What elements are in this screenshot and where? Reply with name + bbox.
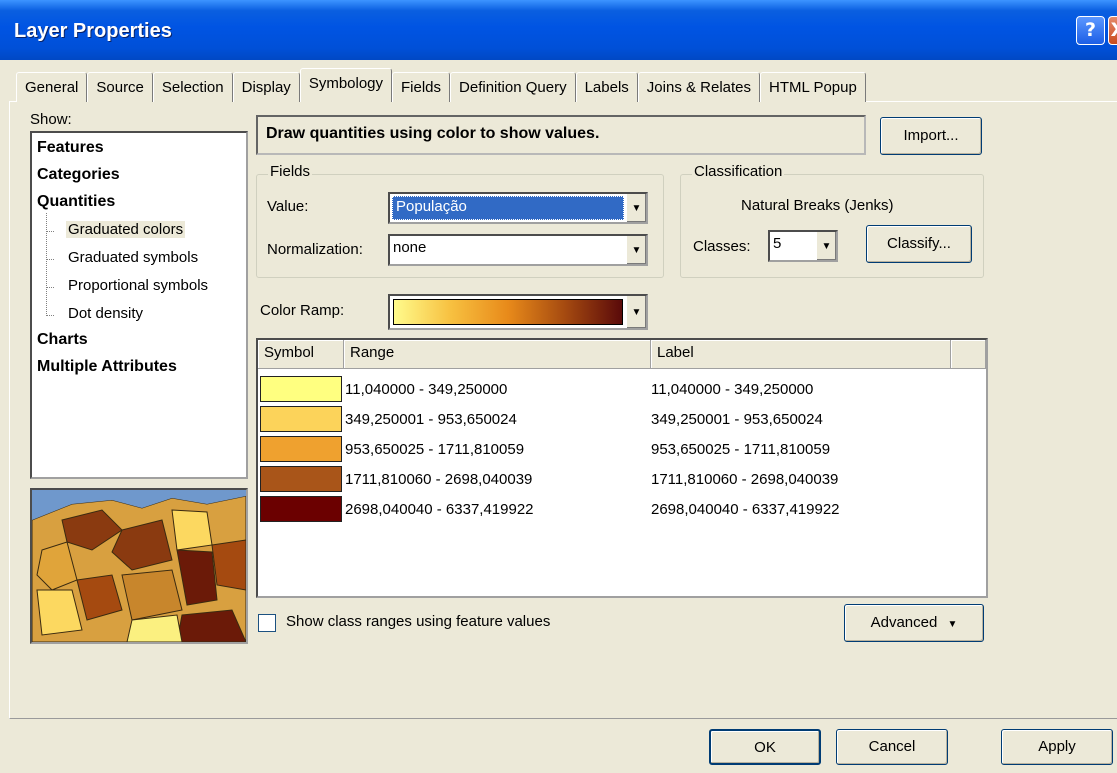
table-header: Symbol Range Label	[258, 340, 986, 369]
class-label[interactable]: 2698,040040 - 6337,419922	[651, 501, 840, 518]
title-bar[interactable]: Layer Properties ? X	[0, 0, 1117, 60]
color-ramp-dropdown[interactable]: ▼	[388, 294, 648, 330]
tab-definition-query[interactable]: Definition Query	[450, 72, 576, 102]
map-preview-image	[30, 488, 248, 644]
tab-joins-relates[interactable]: Joins & Relates	[637, 72, 761, 102]
class-label[interactable]: 11,040000 - 349,250000	[651, 381, 813, 398]
tree-item-charts[interactable]: Charts	[37, 331, 88, 349]
column-header-range[interactable]: Range	[344, 340, 651, 369]
tree-item-features[interactable]: Features	[37, 139, 104, 157]
column-header-blank	[951, 340, 986, 369]
class-range[interactable]: 11,040000 - 349,250000	[345, 381, 651, 398]
tab-source[interactable]: Source	[87, 72, 153, 102]
apply-button[interactable]: Apply	[1001, 729, 1113, 765]
tree-connector	[46, 287, 54, 288]
description-bar: Draw quantities using color to show valu…	[256, 115, 866, 155]
tab-selection[interactable]: Selection	[152, 72, 233, 102]
chevron-down-icon[interactable]: ▼	[626, 236, 646, 264]
classes-dropdown-text: 5	[773, 235, 782, 252]
column-header-symbol[interactable]: Symbol	[258, 340, 344, 369]
symbol-class-table[interactable]: Symbol Range Label 11,040000 - 349,25000…	[256, 338, 988, 598]
class-label[interactable]: 1711,810060 - 2698,040039	[651, 471, 838, 488]
classification-method: Natural Breaks (Jenks)	[741, 197, 894, 214]
class-symbol-swatch[interactable]	[260, 496, 342, 522]
tree-connector	[46, 213, 47, 316]
tab-strip: General Source Selection Display Symbolo…	[16, 68, 866, 102]
tree-item-graduated-colors[interactable]: Graduated colors	[66, 221, 186, 238]
show-class-ranges-checkbox[interactable]	[258, 614, 276, 632]
table-row[interactable]: 2698,040040 - 6337,419922 2698,040040 - …	[260, 494, 840, 524]
normalization-label: Normalization:	[267, 241, 363, 258]
class-range[interactable]: 1711,810060 - 2698,040039	[345, 471, 651, 488]
help-button[interactable]: ?	[1076, 16, 1105, 45]
normalization-dropdown[interactable]: none ▼	[388, 234, 648, 266]
color-ramp-swatch	[393, 299, 623, 325]
tree-item-quantities[interactable]: Quantities	[37, 193, 115, 211]
fields-group-title: Fields	[268, 163, 313, 180]
tree-item-categories[interactable]: Categories	[37, 166, 120, 184]
ok-button[interactable]: OK	[709, 729, 821, 765]
tree-item-dot-density[interactable]: Dot density	[68, 305, 143, 322]
chevron-down-icon[interactable]: ▼	[626, 194, 646, 222]
color-ramp-label: Color Ramp:	[260, 302, 345, 319]
tab-labels[interactable]: Labels	[575, 72, 638, 102]
tree-item-proportional-symbols[interactable]: Proportional symbols	[68, 277, 208, 294]
close-button[interactable]: X	[1108, 16, 1117, 45]
tree-connector	[46, 315, 54, 316]
tab-html-popup[interactable]: HTML Popup	[760, 72, 866, 102]
show-class-ranges-label: Show class ranges using feature values	[286, 613, 551, 630]
class-symbol-swatch[interactable]	[260, 436, 342, 462]
tab-symbology[interactable]: Symbology	[299, 68, 393, 102]
tree-item-graduated-symbols[interactable]: Graduated symbols	[68, 249, 198, 266]
advanced-button[interactable]: Advanced ▼	[844, 604, 984, 642]
show-tree[interactable]: Features Categories Quantities Graduated…	[30, 131, 248, 479]
cancel-button[interactable]: Cancel	[836, 729, 948, 765]
class-symbol-swatch[interactable]	[260, 376, 342, 402]
tab-display[interactable]: Display	[232, 72, 300, 102]
class-range[interactable]: 2698,040040 - 6337,419922	[345, 501, 651, 518]
table-row[interactable]: 11,040000 - 349,250000 11,040000 - 349,2…	[260, 374, 813, 404]
tab-general[interactable]: General	[16, 72, 88, 102]
tree-connector	[46, 259, 54, 260]
value-dropdown-text: População	[392, 196, 624, 220]
classes-label: Classes:	[693, 238, 751, 255]
table-row[interactable]: 1711,810060 - 2698,040039 1711,810060 - …	[260, 464, 838, 494]
class-range[interactable]: 953,650025 - 1711,810059	[345, 441, 651, 458]
tree-item-multiple-attributes[interactable]: Multiple Attributes	[37, 358, 177, 376]
chevron-down-icon[interactable]: ▼	[816, 232, 836, 260]
table-row[interactable]: 953,650025 - 1711,810059 953,650025 - 17…	[260, 434, 830, 464]
window-title: Layer Properties	[14, 20, 172, 42]
class-range[interactable]: 349,250001 - 953,650024	[345, 411, 651, 428]
class-symbol-swatch[interactable]	[260, 466, 342, 492]
show-label: Show:	[30, 111, 72, 128]
class-symbol-swatch[interactable]	[260, 406, 342, 432]
normalization-dropdown-text: none	[393, 239, 427, 256]
value-label: Value:	[267, 198, 309, 215]
column-header-label[interactable]: Label	[651, 340, 951, 369]
class-label[interactable]: 953,650025 - 1711,810059	[651, 441, 830, 458]
class-label[interactable]: 349,250001 - 953,650024	[651, 411, 823, 428]
map-preview-graphic	[32, 490, 246, 642]
tree-connector	[46, 231, 54, 232]
import-button[interactable]: Import...	[880, 117, 982, 155]
classes-dropdown[interactable]: 5 ▼	[768, 230, 838, 262]
tab-fields[interactable]: Fields	[392, 72, 451, 102]
value-dropdown[interactable]: População ▼	[388, 192, 648, 224]
classification-group-title: Classification	[692, 163, 785, 180]
caret-down-icon: ▼	[947, 619, 958, 630]
advanced-button-label: Advanced	[870, 614, 938, 631]
table-row[interactable]: 349,250001 - 953,650024 349,250001 - 953…	[260, 404, 823, 434]
chevron-down-icon[interactable]: ▼	[626, 296, 646, 328]
classify-button[interactable]: Classify...	[866, 225, 972, 263]
